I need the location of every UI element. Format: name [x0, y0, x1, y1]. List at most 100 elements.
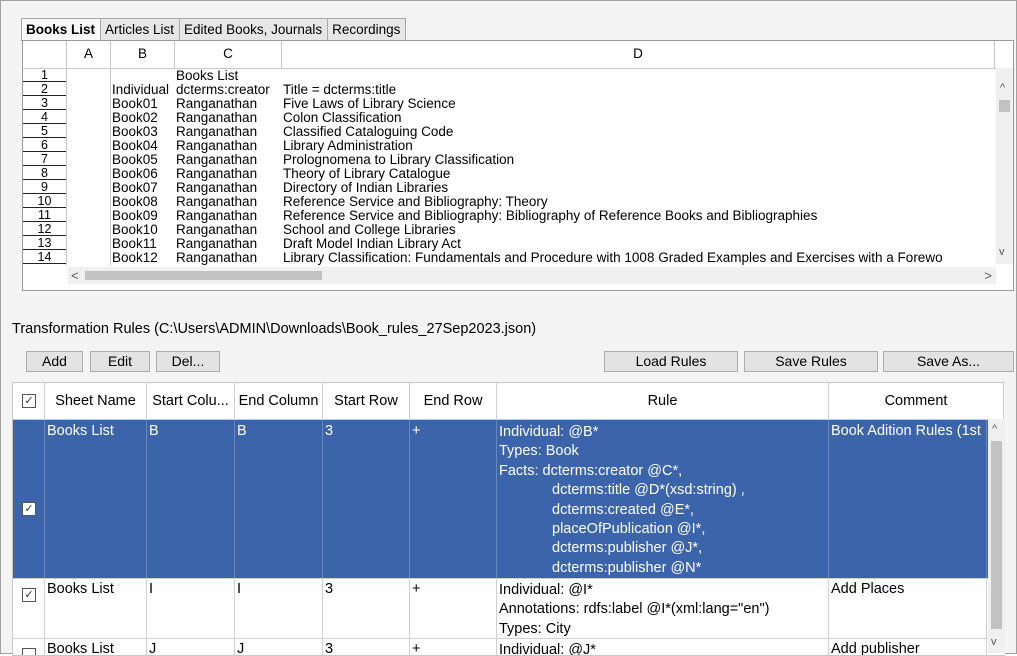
sheet-cell-c[interactable]: Ranganathan — [176, 181, 281, 195]
scroll-up-icon[interactable]: ^ — [992, 423, 997, 435]
scroll-thumb[interactable] — [85, 271, 322, 280]
sheet-cell-b[interactable]: Book06 — [112, 167, 174, 181]
header-start-column[interactable]: Start Colu... — [147, 383, 235, 419]
sheet-cell-b[interactable]: Book04 — [112, 139, 174, 153]
rule-row[interactable]: Books List J J 3 + Individual: @J* Add publish… — [13, 638, 1005, 655]
sheet-cell-d[interactable]: Colon Classification — [283, 111, 993, 125]
rule-cell-end-col[interactable]: J — [235, 638, 323, 655]
scroll-up-icon[interactable]: ^ — [1000, 82, 1005, 94]
sheet-row[interactable]: 12 Book10 Ranganathan School and College Li… — [23, 223, 1013, 237]
spreadsheet-view[interactable]: A B C D 1 Books List 2 Individual dcterms:cr… — [22, 40, 1014, 291]
sheet-cell-b[interactable]: Book05 — [112, 153, 174, 167]
sheet-cell-b[interactable]: Book10 — [112, 223, 174, 237]
sheet-cell-d[interactable]: Library Classification: Fundamentals and… — [283, 251, 993, 265]
rule-row[interactable]: ✓ Books List I I 3 + Individual: @I* Annotation… — [13, 578, 1005, 639]
rule-cell-end-row[interactable]: + — [410, 578, 497, 638]
rule-cell-comment[interactable]: Add publisher — [829, 638, 987, 655]
sheet-cell-d[interactable]: Directory of Indian Libraries — [283, 181, 993, 195]
rule-cell-sheet[interactable]: Books List — [45, 638, 147, 655]
edit-rule-button[interactable]: Edit — [90, 351, 150, 372]
sheet-cell-d[interactable]: Prolognomena to Library Classification — [283, 153, 993, 167]
header-end-row[interactable]: End Row — [410, 383, 497, 419]
rule-cell-start-col[interactable]: J — [147, 638, 235, 655]
sheet-cell-b[interactable]: Book07 — [112, 181, 174, 195]
row-number[interactable]: 8 — [23, 167, 66, 180]
load-rules-button[interactable]: Load Rules — [604, 351, 738, 372]
sheet-horizontal-scrollbar[interactable]: < > — [68, 267, 996, 284]
sheet-row[interactable]: 14 Book12 Ranganathan Library Classificatio… — [23, 251, 1013, 265]
sheet-cell-d[interactable]: Library Administration — [283, 139, 993, 153]
sheet-cell-b[interactable]: Individual — [112, 83, 174, 97]
sheet-row[interactable]: 1 Books List — [23, 69, 1013, 83]
sheet-cell-d[interactable]: Draft Model Indian Library Act — [283, 237, 993, 251]
sheet-cell-c[interactable]: Ranganathan — [176, 195, 281, 209]
sheet-row[interactable]: 11 Book09 Ranganathan Reference Service and… — [23, 209, 1013, 223]
sheet-cell-b[interactable]: Book03 — [112, 125, 174, 139]
row-number[interactable]: 13 — [23, 237, 66, 250]
sheet-row[interactable]: 2 Individual dcterms:creator Title = dcterm… — [23, 83, 1013, 97]
rules-vertical-scrollbar[interactable]: ^ v — [988, 419, 1005, 653]
row-number[interactable]: 2 — [23, 83, 66, 96]
sheet-row[interactable]: 5 Book03 Ranganathan Classified Cataloguing… — [23, 125, 1013, 139]
tab-recordings[interactable]: Recordings — [327, 18, 407, 40]
row-number[interactable]: 7 — [23, 153, 66, 166]
sheet-cell-d[interactable]: Title = dcterms:title — [283, 83, 993, 97]
rule-enabled-checkbox[interactable] — [22, 648, 36, 655]
sheet-cell-c[interactable]: Ranganathan — [176, 209, 281, 223]
sheet-cell-c[interactable]: Ranganathan — [176, 111, 281, 125]
sheet-cell-b[interactable]: Book09 — [112, 209, 174, 223]
sheet-cell-d[interactable]: Theory of Library Catalogue — [283, 167, 993, 181]
sheet-cell-c[interactable]: Ranganathan — [176, 125, 281, 139]
sheet-cell-c[interactable]: Ranganathan — [176, 153, 281, 167]
rule-cell-start-col[interactable]: B — [147, 420, 235, 578]
sheet-cell-c[interactable]: dcterms:creator — [176, 83, 281, 97]
sheet-cell-d[interactable]: Five Laws of Library Science — [283, 97, 993, 111]
rule-cell-start-row[interactable]: 3 — [323, 420, 410, 578]
row-number[interactable]: 11 — [23, 209, 66, 222]
rule-select-cell[interactable] — [13, 638, 45, 655]
header-start-row[interactable]: Start Row — [323, 383, 410, 419]
sheet-cell-d[interactable]: School and College Libraries — [283, 223, 993, 237]
row-number[interactable]: 4 — [23, 111, 66, 124]
header-sheet-name[interactable]: Sheet Name — [45, 383, 147, 419]
sheet-cell-b[interactable]: Book12 — [112, 251, 174, 265]
tab-books-list[interactable]: Books List — [21, 18, 102, 41]
tab-edited-books-journals[interactable]: Edited Books, Journals — [179, 18, 329, 40]
rule-cell-comment[interactable]: Add Places — [829, 578, 987, 638]
sheet-vertical-scrollbar[interactable]: ^ v — [996, 68, 1013, 264]
rule-cell-start-row[interactable]: 3 — [323, 578, 410, 638]
save-rules-button[interactable]: Save Rules — [744, 351, 878, 372]
rule-cell-start-row[interactable]: 3 — [323, 638, 410, 655]
row-number[interactable]: 5 — [23, 125, 66, 138]
scroll-thumb[interactable] — [999, 100, 1010, 112]
row-number[interactable]: 3 — [23, 97, 66, 110]
row-number[interactable]: 1 — [23, 69, 66, 82]
sheet-cell-c[interactable]: Ranganathan — [176, 251, 281, 265]
rule-select-cell[interactable]: ✓ — [13, 420, 45, 578]
sheet-row[interactable]: 6 Book04 Ranganathan Library Administration — [23, 139, 1013, 153]
column-header-d[interactable]: D — [282, 41, 995, 68]
scroll-thumb[interactable] — [991, 441, 1002, 629]
sheet-cell-b[interactable]: Book11 — [112, 237, 174, 251]
rule-cell-start-col[interactable]: I — [147, 578, 235, 638]
rule-cell-sheet[interactable]: Books List — [45, 578, 147, 638]
scroll-right-icon[interactable]: > — [984, 268, 992, 283]
scroll-left-icon[interactable]: < — [71, 268, 79, 283]
rule-cell-end-row[interactable]: + — [410, 638, 497, 655]
sheet-cell-d[interactable]: Reference Service and Bibliography: Theo… — [283, 195, 993, 209]
scroll-down-icon[interactable]: v — [999, 246, 1005, 258]
rule-row[interactable]: ✓ Books List B B 3 + Individual: @B* Types: Boo… — [13, 420, 1005, 579]
sheet-cell-b[interactable]: Book01 — [112, 97, 174, 111]
header-end-column[interactable]: End Column — [235, 383, 323, 419]
select-all-checkbox[interactable]: ✓ — [22, 394, 36, 408]
rule-cell-sheet[interactable]: Books List — [45, 420, 147, 578]
column-header-a[interactable]: A — [67, 41, 111, 68]
column-header-c[interactable]: C — [175, 41, 282, 68]
rule-cell-end-row[interactable]: + — [410, 420, 497, 578]
corner-cell[interactable] — [23, 41, 67, 68]
header-rule[interactable]: Rule — [497, 383, 829, 419]
column-header-b[interactable]: B — [111, 41, 175, 68]
tab-articles-list[interactable]: Articles List — [100, 18, 181, 40]
sheet-cell-d[interactable]: Reference Service and Bibliography: Bibl… — [283, 209, 993, 223]
row-number[interactable]: 10 — [23, 195, 66, 208]
